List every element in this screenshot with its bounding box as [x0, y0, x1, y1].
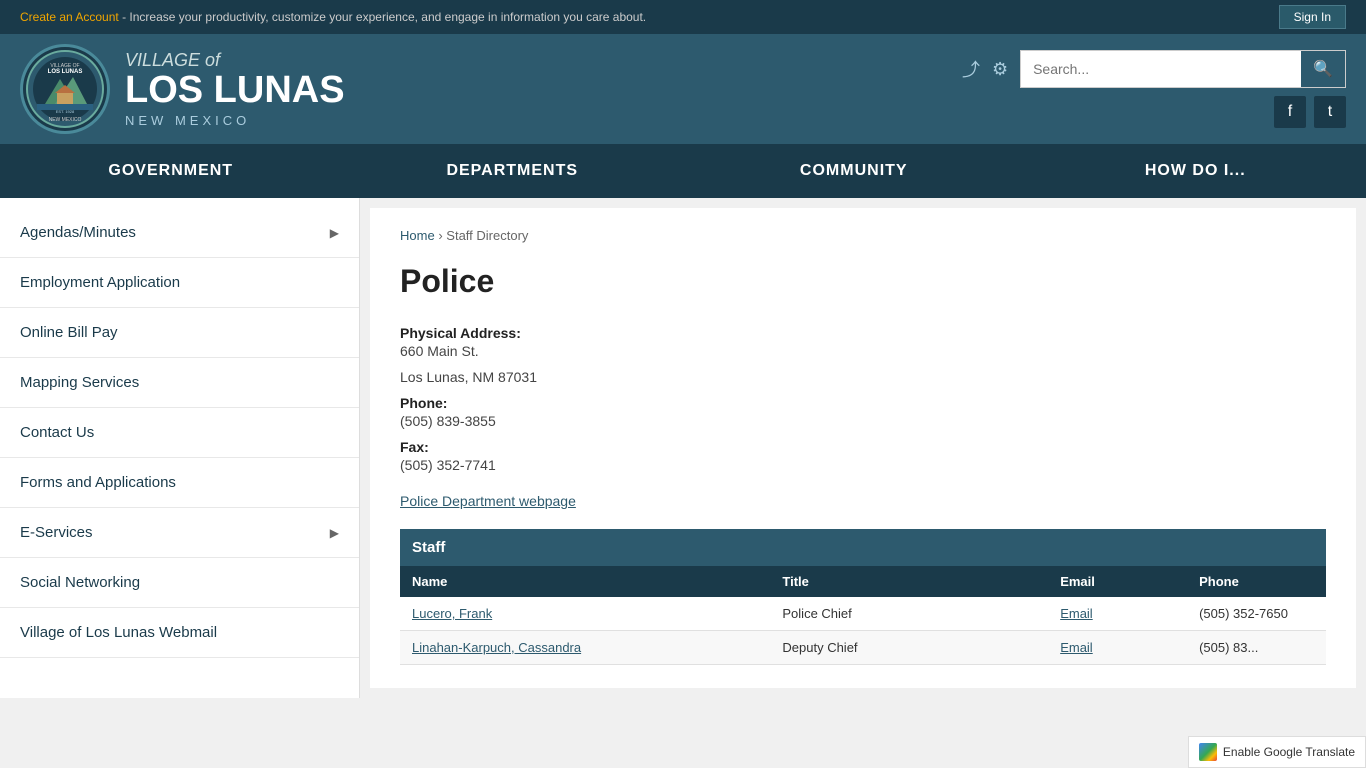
- sidebar-item-forms[interactable]: Forms and Applications: [0, 458, 359, 508]
- search-input[interactable]: [1021, 53, 1301, 85]
- staff-table-header-row: Staff: [400, 529, 1326, 566]
- sidebar-label-mapping: Mapping Services: [20, 374, 139, 391]
- content-wrapper: Agendas/Minutes ▶ Employment Application…: [0, 198, 1366, 698]
- top-bar-message: Create an Account - Increase your produc…: [20, 10, 646, 24]
- breadcrumb-current: Staff Directory: [446, 228, 528, 243]
- nav-how-do-i[interactable]: HOW DO I...: [1025, 144, 1366, 198]
- header-actions: ⤴ ⚙ 🔍: [962, 50, 1346, 88]
- col-name: Name: [400, 566, 770, 597]
- breadcrumb-separator: ›: [438, 228, 442, 243]
- sidebar-label-webmail: Village of Los Lunas Webmail: [20, 624, 217, 641]
- sidebar-item-contact[interactable]: Contact Us: [0, 408, 359, 458]
- main-nav: GOVERNMENT DEPARTMENTS COMMUNITY HOW DO …: [0, 144, 1366, 198]
- sidebar-label-employment: Employment Application: [20, 274, 180, 291]
- sidebar-item-bill-pay[interactable]: Online Bill Pay: [0, 308, 359, 358]
- search-box: 🔍: [1020, 50, 1346, 88]
- header-left: NEW MEXICO VILLAGE OF LOS LUNAS EST. 192…: [20, 44, 345, 134]
- staff-phone-1: (505) 83...: [1187, 631, 1326, 665]
- staff-email-0: Email: [1048, 597, 1187, 631]
- state-name: NEW MEXICO: [125, 113, 345, 128]
- top-bar: Create an Account - Increase your produc…: [0, 0, 1366, 34]
- sidebar-label-contact: Contact Us: [20, 424, 94, 441]
- site-title: VILLAGE of LOS LUNAS NEW MEXICO: [125, 50, 345, 128]
- staff-email-link-0[interactable]: Email: [1060, 606, 1093, 621]
- nav-community[interactable]: COMMUNITY: [683, 144, 1025, 198]
- staff-table: Staff Name Title Email Phone Lucero, Fra…: [400, 529, 1326, 665]
- nav-departments[interactable]: DEPARTMENTS: [342, 144, 684, 198]
- dept-webpage-link[interactable]: Police Department webpage: [400, 493, 576, 509]
- sidebar-label-eservices: E-Services: [20, 524, 93, 541]
- staff-email-1: Email: [1048, 631, 1187, 665]
- sidebar-item-eservices[interactable]: E-Services ▶: [0, 508, 359, 558]
- sidebar-label-bill-pay: Online Bill Pay: [20, 324, 118, 341]
- staff-name-link-0[interactable]: Lucero, Frank: [412, 606, 492, 621]
- staff-title-0: Police Chief: [770, 597, 1048, 631]
- header: NEW MEXICO VILLAGE OF LOS LUNAS EST. 192…: [0, 34, 1366, 144]
- sidebar-item-agendas[interactable]: Agendas/Minutes ▶: [0, 208, 359, 258]
- nav-government[interactable]: GOVERNMENT: [0, 144, 342, 198]
- breadcrumb: Home › Staff Directory: [400, 228, 1326, 243]
- translate-label: Enable Google Translate: [1223, 745, 1355, 759]
- address-label: Physical Address:: [400, 325, 1326, 341]
- staff-name-0: Lucero, Frank: [400, 597, 770, 631]
- main-content: Home › Staff Directory Police Physical A…: [370, 208, 1356, 688]
- sidebar-item-employment[interactable]: Employment Application: [0, 258, 359, 308]
- fax-label: Fax:: [400, 439, 1326, 455]
- sidebar-label-forms: Forms and Applications: [20, 474, 176, 491]
- search-button[interactable]: 🔍: [1301, 51, 1345, 87]
- page-title: Police: [400, 263, 1326, 300]
- sidebar-label-social: Social Networking: [20, 574, 140, 591]
- city-name: LOS LUNAS: [125, 71, 345, 109]
- social-icons: f t: [1274, 96, 1346, 128]
- village-of-text: VILLAGE of: [125, 50, 345, 71]
- staff-name-1: Linahan-Karpuch, Cassandra: [400, 631, 770, 665]
- sidebar: Agendas/Minutes ▶ Employment Application…: [0, 198, 360, 698]
- sign-in-button[interactable]: Sign In: [1279, 5, 1346, 29]
- staff-header-cell: Staff: [400, 529, 1326, 566]
- settings-button[interactable]: ⚙: [992, 59, 1008, 80]
- address-line2: Los Lunas, NM 87031: [400, 369, 1326, 385]
- share-button[interactable]: ⤴: [962, 56, 980, 82]
- table-row: Lucero, Frank Police Chief Email (505) 3…: [400, 597, 1326, 631]
- create-account-link[interactable]: Create an Account: [20, 10, 119, 24]
- svg-text:LOS LUNAS: LOS LUNAS: [48, 69, 83, 75]
- staff-phone-0: (505) 352-7650: [1187, 597, 1326, 631]
- svg-text:EST. 1928: EST. 1928: [56, 109, 75, 114]
- fax-value: (505) 352-7741: [400, 457, 1326, 473]
- dept-info: Physical Address: 660 Main St. Los Lunas…: [400, 325, 1326, 473]
- staff-title-1: Deputy Chief: [770, 631, 1048, 665]
- staff-name-link-1[interactable]: Linahan-Karpuch, Cassandra: [412, 640, 581, 655]
- sidebar-item-mapping[interactable]: Mapping Services: [0, 358, 359, 408]
- col-phone: Phone: [1187, 566, 1326, 597]
- breadcrumb-home[interactable]: Home: [400, 228, 435, 243]
- col-title: Title: [770, 566, 1048, 597]
- svg-text:NEW MEXICO: NEW MEXICO: [49, 117, 82, 123]
- google-translate-icon: [1199, 743, 1217, 761]
- sidebar-arrow-agendas: ▶: [330, 226, 339, 240]
- phone-label: Phone:: [400, 395, 1326, 411]
- table-row: Linahan-Karpuch, Cassandra Deputy Chief …: [400, 631, 1326, 665]
- sidebar-label-agendas: Agendas/Minutes: [20, 224, 136, 241]
- logo-svg: NEW MEXICO VILLAGE OF LOS LUNAS EST. 192…: [25, 49, 105, 129]
- sidebar-item-social[interactable]: Social Networking: [0, 558, 359, 608]
- twitter-icon[interactable]: t: [1314, 96, 1346, 128]
- address-line1: 660 Main St.: [400, 343, 1326, 359]
- header-right: ⤴ ⚙ 🔍 f t: [962, 50, 1346, 128]
- sidebar-item-webmail[interactable]: Village of Los Lunas Webmail: [0, 608, 359, 658]
- translate-bar[interactable]: Enable Google Translate: [1188, 736, 1366, 768]
- logo: NEW MEXICO VILLAGE OF LOS LUNAS EST. 192…: [20, 44, 110, 134]
- staff-email-link-1[interactable]: Email: [1060, 640, 1093, 655]
- staff-col-row: Name Title Email Phone: [400, 566, 1326, 597]
- col-email: Email: [1048, 566, 1187, 597]
- sidebar-arrow-eservices: ▶: [330, 526, 339, 540]
- facebook-icon[interactable]: f: [1274, 96, 1306, 128]
- phone-value: (505) 839-3855: [400, 413, 1326, 429]
